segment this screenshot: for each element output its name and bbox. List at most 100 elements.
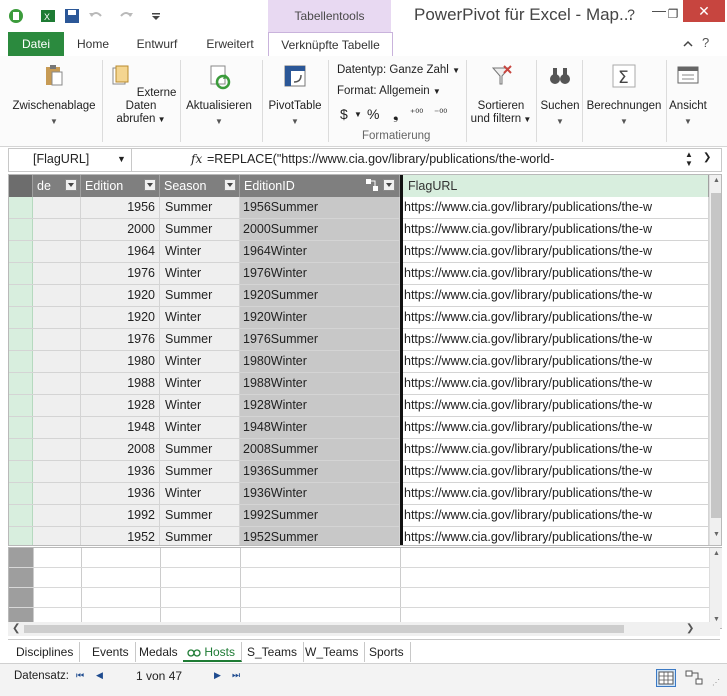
cell-flagurl[interactable]: https://www.cia.gov/library/publications…: [400, 461, 709, 482]
table-row[interactable]: 1988 Winter 1988Winter https://www.cia.gov/…: [9, 373, 709, 395]
cell-editionid[interactable]: 1976Winter: [240, 263, 400, 284]
cell-season[interactable]: Winter: [160, 373, 240, 394]
cell-editionid[interactable]: 1956Summer: [240, 197, 400, 218]
ribbon-help-button[interactable]: ?: [702, 35, 709, 50]
sheet-tab-medals[interactable]: Medals: [133, 642, 185, 662]
row-header[interactable]: [9, 285, 33, 306]
row-header[interactable]: [9, 527, 33, 545]
cell-edition[interactable]: 1920: [81, 307, 160, 328]
row-header[interactable]: [9, 417, 33, 438]
row-header[interactable]: [9, 351, 33, 372]
cell-edition[interactable]: 1956: [81, 197, 160, 218]
cell-code[interactable]: [33, 373, 81, 394]
table-row[interactable]: 1948 Winter 1948Winter https://www.cia.gov/…: [9, 417, 709, 439]
powerpivot-logo-icon[interactable]: [8, 8, 24, 24]
name-box-dropdown-icon[interactable]: ▼: [117, 154, 126, 164]
cell-flagurl[interactable]: https://www.cia.gov/library/publications…: [400, 395, 709, 416]
help-button[interactable]: ?: [618, 2, 644, 26]
formula-input[interactable]: =REPLACE("https://www.cia.gov/library/pu…: [207, 152, 554, 166]
cell-edition[interactable]: 1976: [81, 263, 160, 284]
row-header[interactable]: [9, 329, 33, 350]
save-icon[interactable]: [64, 8, 80, 24]
grid-view-icon[interactable]: [656, 669, 676, 687]
scrollbar-thumb[interactable]: [711, 193, 721, 518]
cell-flagurl[interactable]: https://www.cia.gov/library/publications…: [400, 219, 709, 240]
table-row[interactable]: 1952 Summer 1952Summer https://www.cia.gov/…: [9, 527, 709, 545]
cell-flagurl[interactable]: https://www.cia.gov/library/publications…: [400, 241, 709, 262]
fx-icon[interactable]: fx: [191, 152, 202, 166]
calc-row[interactable]: [9, 568, 709, 588]
cell-editionid[interactable]: 1920Winter: [240, 307, 400, 328]
pivottable-button[interactable]: PivotTable ▼: [264, 60, 326, 128]
table-row[interactable]: 1976 Summer 1976Summer https://www.cia.gov/…: [9, 329, 709, 351]
cell-code[interactable]: [33, 307, 81, 328]
horizontal-scrollbar[interactable]: ❮ ❯: [8, 622, 720, 636]
calc-vertical-scrollbar[interactable]: ▲ ▼: [709, 548, 722, 628]
cell-season[interactable]: Summer: [160, 439, 240, 460]
scroll-down-icon[interactable]: ▼: [713, 531, 720, 538]
decrease-decimal-button[interactable]: ⁻⁰⁰: [434, 108, 447, 119]
column-header-editionid[interactable]: EditionID: [240, 175, 400, 197]
cell-editionid[interactable]: 1936Winter: [240, 483, 400, 504]
cell-flagurl[interactable]: https://www.cia.gov/library/publications…: [400, 527, 709, 545]
sortieren-filtern-button[interactable]: Sortieren und filtern ▼: [468, 60, 534, 126]
currency-dropdown-icon[interactable]: ▼: [354, 110, 362, 119]
tab-erweitert[interactable]: Erweitert: [198, 32, 262, 56]
column-header-season[interactable]: Season: [160, 175, 240, 197]
row-header[interactable]: [9, 505, 33, 526]
table-row[interactable]: 1936 Winter 1936Winter https://www.cia.gov/…: [9, 483, 709, 505]
cell-season[interactable]: Summer: [160, 219, 240, 240]
cell-editionid[interactable]: 1976Summer: [240, 329, 400, 350]
table-row[interactable]: 1992 Summer 1992Summer https://www.cia.gov/…: [9, 505, 709, 527]
externe-daten-button[interactable]: Externe Daten abrufen ▼: [104, 60, 178, 126]
row-header[interactable]: [9, 395, 33, 416]
calc-row[interactable]: [9, 548, 709, 568]
column-header-code[interactable]: de: [33, 175, 81, 197]
sheet-tab-sports[interactable]: Sports: [363, 642, 411, 662]
cell-flagurl[interactable]: https://www.cia.gov/library/publications…: [400, 417, 709, 438]
thousands-separator-button[interactable]: ❟: [393, 106, 399, 123]
first-record-icon[interactable]: ⏮: [76, 670, 84, 681]
cell-flagurl[interactable]: https://www.cia.gov/library/publications…: [400, 373, 709, 394]
column-header-flagurl[interactable]: FlagURL: [400, 175, 709, 197]
cell-editionid[interactable]: 2008Summer: [240, 439, 400, 460]
cell-code[interactable]: [33, 439, 81, 460]
resize-grip-icon[interactable]: ⋰: [712, 678, 720, 687]
cell-code[interactable]: [33, 417, 81, 438]
cell-editionid[interactable]: 1920Summer: [240, 285, 400, 306]
row-header[interactable]: [9, 373, 33, 394]
horizontal-scrollbar-thumb[interactable]: [24, 625, 624, 633]
sheet-tab-w-teams[interactable]: W_Teams: [299, 642, 366, 662]
cell-code[interactable]: [33, 197, 81, 218]
increase-decimal-button[interactable]: ⁺⁰⁰: [410, 108, 423, 119]
cell-code[interactable]: [33, 483, 81, 504]
cell-season[interactable]: Winter: [160, 263, 240, 284]
row-header[interactable]: [9, 263, 33, 284]
zwischenablage-button[interactable]: Zwischenablage ▼: [8, 60, 100, 128]
cell-edition[interactable]: 2008: [81, 439, 160, 460]
cell-editionid[interactable]: 1952Summer: [240, 527, 400, 545]
filter-dropdown-icon[interactable]: [224, 179, 236, 191]
cell-flagurl[interactable]: https://www.cia.gov/library/publications…: [400, 483, 709, 504]
cell-season[interactable]: Summer: [160, 505, 240, 526]
cell-code[interactable]: [33, 505, 81, 526]
cell-season[interactable]: Summer: [160, 461, 240, 482]
cell-edition[interactable]: 1936: [81, 483, 160, 504]
cell-code[interactable]: [33, 527, 81, 545]
row-header[interactable]: [9, 439, 33, 460]
cell-flagurl[interactable]: https://www.cia.gov/library/publications…: [400, 505, 709, 526]
cell-editionid[interactable]: 1992Summer: [240, 505, 400, 526]
cell-edition[interactable]: 1980: [81, 351, 160, 372]
cell-code[interactable]: [33, 395, 81, 416]
aktualisieren-button[interactable]: Aktualisieren ▼: [182, 60, 256, 128]
customize-qat-icon[interactable]: [148, 8, 164, 24]
cell-season[interactable]: Winter: [160, 395, 240, 416]
cell-editionid[interactable]: 1948Winter: [240, 417, 400, 438]
cell-edition[interactable]: 1936: [81, 461, 160, 482]
prev-record-icon[interactable]: ◀: [96, 670, 103, 681]
scroll-up-icon[interactable]: ▲: [713, 177, 720, 184]
filter-dropdown-icon[interactable]: [144, 179, 156, 191]
cell-edition[interactable]: 1964: [81, 241, 160, 262]
cell-season[interactable]: Summer: [160, 285, 240, 306]
tab-entwurf[interactable]: Entwurf: [128, 32, 186, 56]
